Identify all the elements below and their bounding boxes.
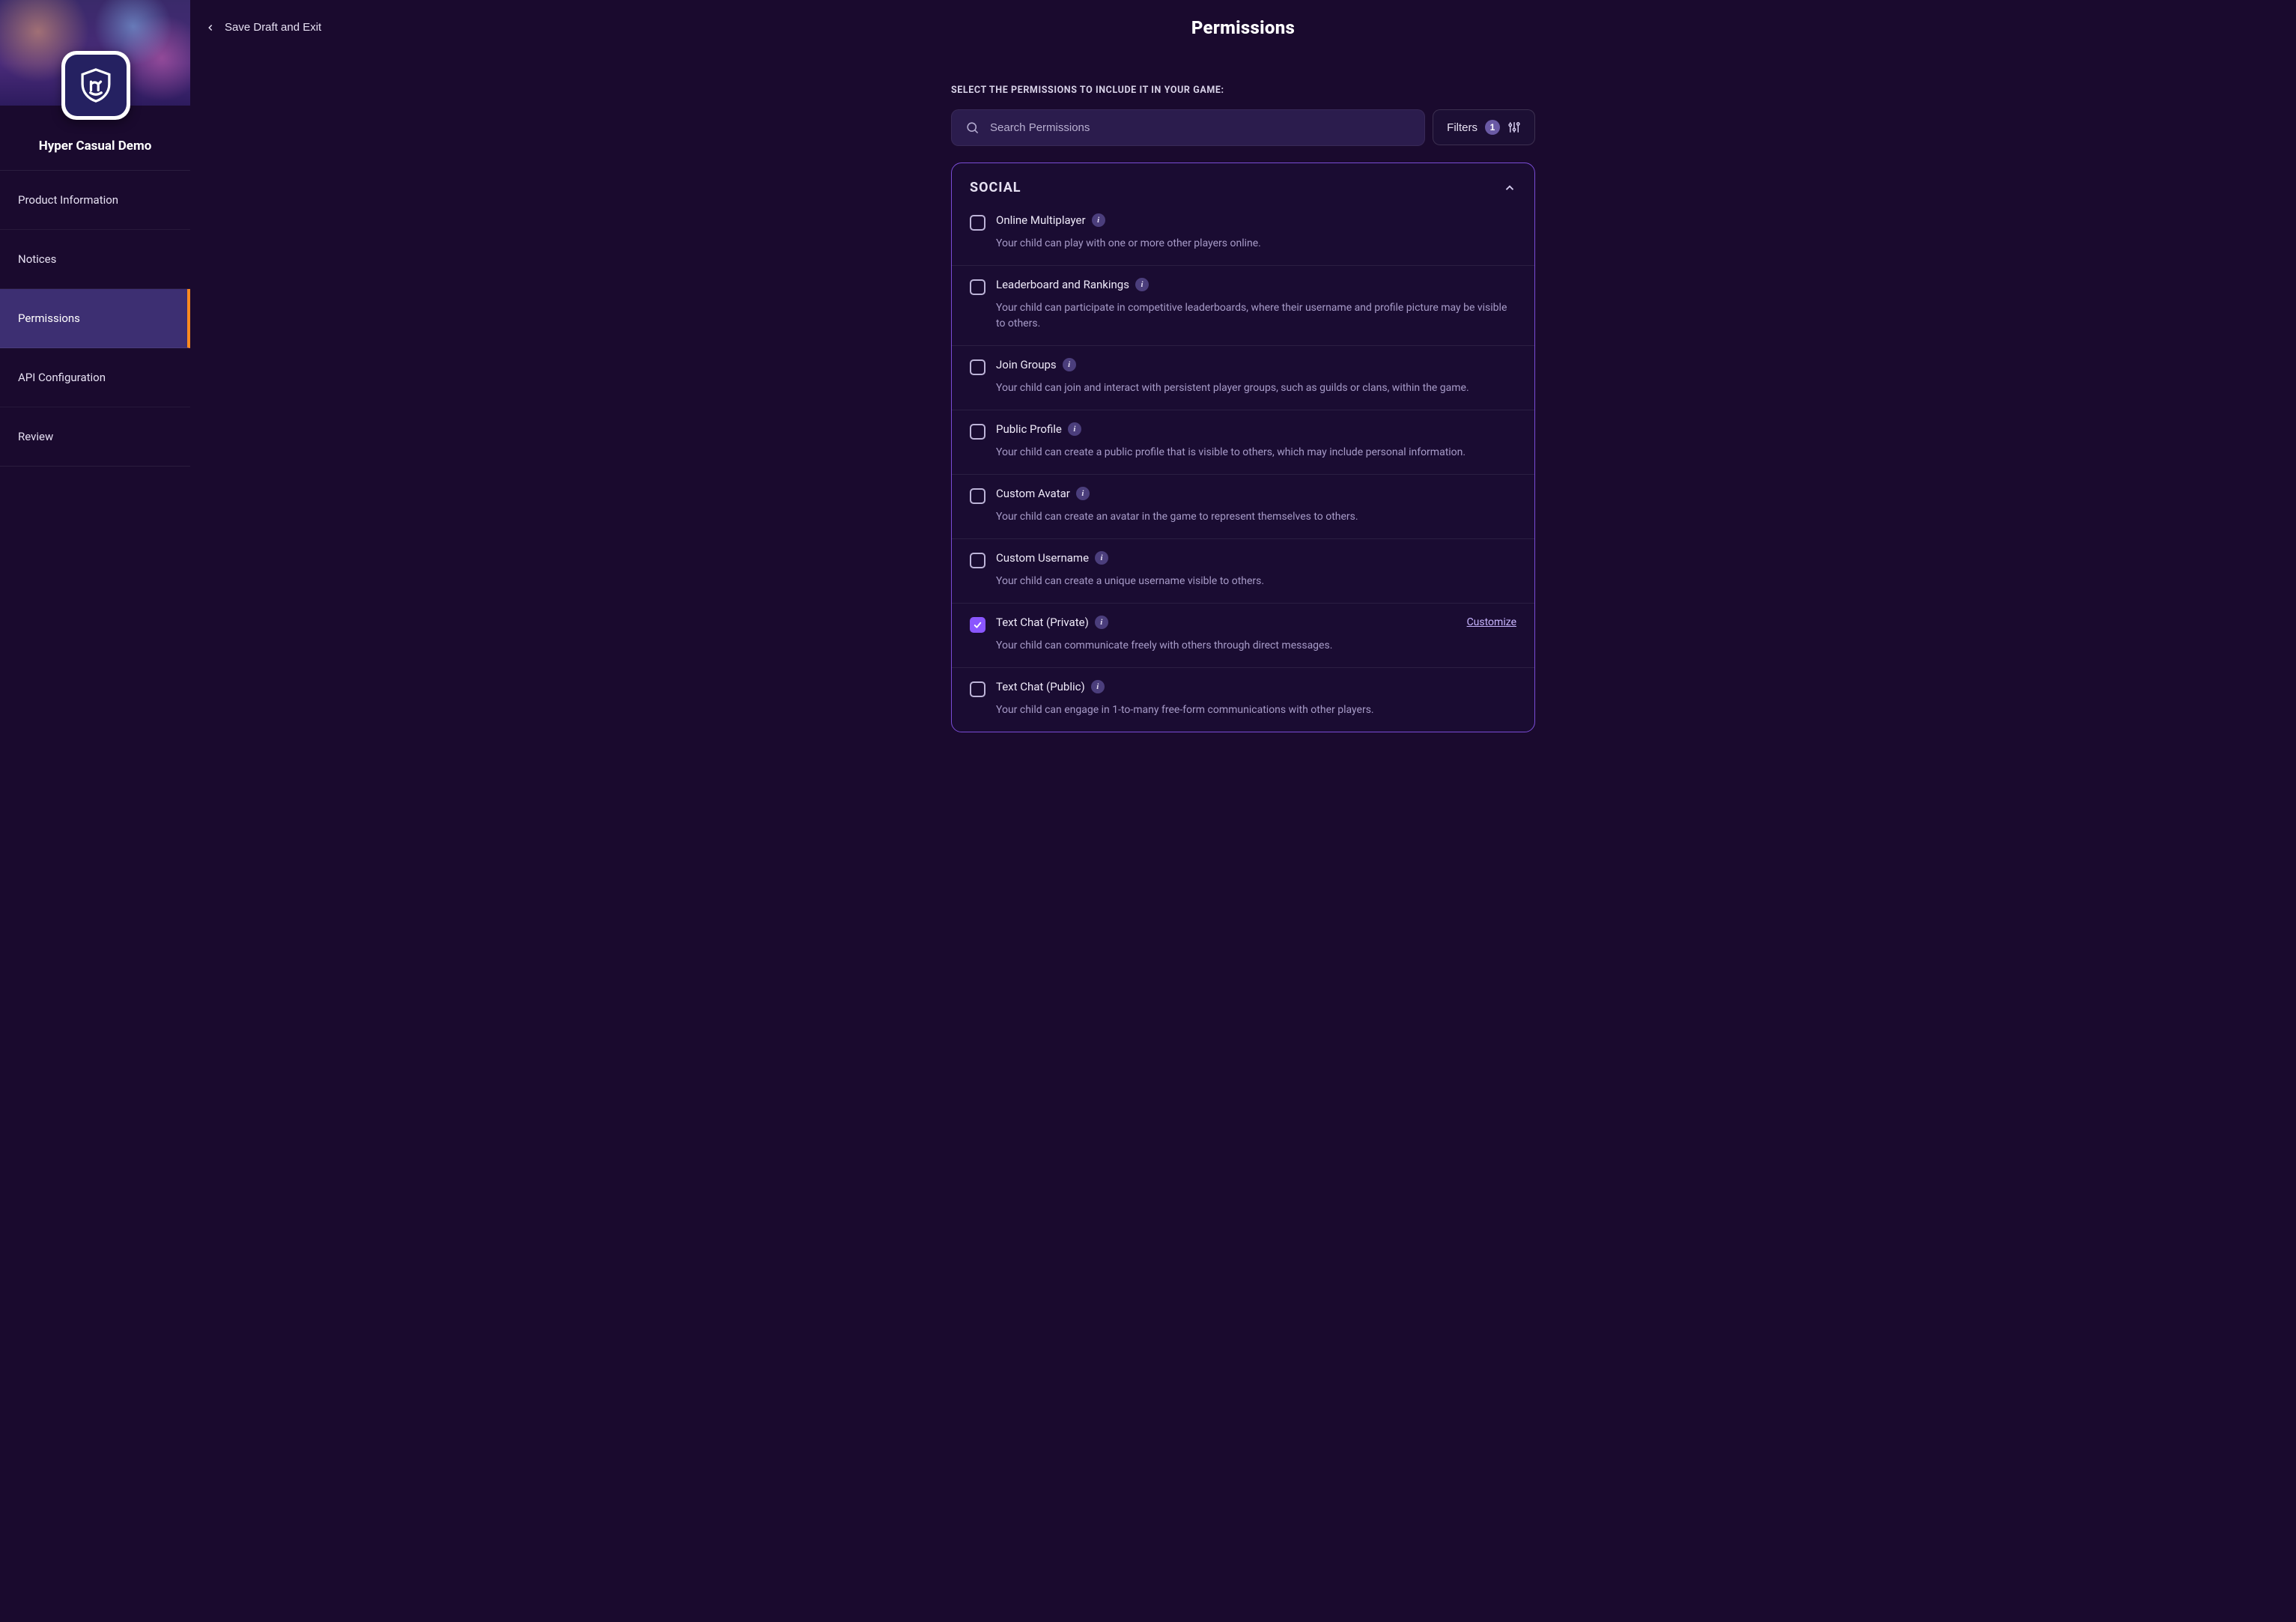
info-icon[interactable]: i — [1095, 551, 1108, 565]
permission-description: Your child can participate in competitiv… — [996, 300, 1516, 332]
permission-row: Public Profile i Your child can create a p… — [952, 410, 1534, 474]
permission-checkbox[interactable] — [970, 424, 985, 440]
chevron-up-icon — [1503, 181, 1516, 195]
permission-label: Custom Username — [996, 551, 1089, 565]
permission-label: Public Profile — [996, 422, 1062, 436]
permission-row: Online Multiplayer i Your child can play w… — [952, 209, 1534, 265]
info-icon[interactable]: i — [1091, 680, 1105, 693]
info-icon[interactable]: i — [1076, 487, 1090, 500]
info-icon[interactable]: i — [1092, 213, 1105, 227]
group-title: SOCIAL — [970, 180, 1021, 195]
permission-description: Your child can create a unique username … — [996, 574, 1516, 589]
permission-description: Your child can create an avatar in the g… — [996, 509, 1516, 525]
page-title: Permissions — [1191, 17, 1295, 38]
search-icon — [965, 121, 980, 135]
permission-checkbox[interactable] — [970, 488, 985, 504]
permission-checkbox[interactable] — [970, 553, 985, 568]
sidebar-item-product-information[interactable]: Product Information — [0, 171, 190, 230]
permission-label: Text Chat (Public) — [996, 680, 1085, 693]
filters-label: Filters — [1447, 121, 1477, 134]
save-draft-exit-button[interactable]: Save Draft and Exit — [205, 21, 321, 34]
sidebar-item-permissions[interactable]: Permissions — [0, 289, 190, 348]
sidebar-nav: Product InformationNoticesPermissionsAPI… — [0, 170, 190, 467]
sidebar-item-api-configuration[interactable]: API Configuration — [0, 348, 190, 407]
permission-row: Custom Username i Your child can create a … — [952, 538, 1534, 603]
sidebar-item-notices[interactable]: Notices — [0, 230, 190, 289]
permission-checkbox[interactable] — [970, 681, 985, 697]
permission-label: Leaderboard and Rankings — [996, 278, 1129, 291]
permission-checkbox[interactable] — [970, 617, 985, 633]
check-icon — [973, 620, 983, 630]
topbar: Save Draft and Exit Permissions — [190, 0, 2296, 55]
permission-checkbox[interactable] — [970, 359, 985, 375]
info-icon[interactable]: i — [1063, 358, 1076, 371]
permission-row: Join Groups i Your child can join and inte… — [952, 345, 1534, 410]
permission-checkbox[interactable] — [970, 215, 985, 231]
permission-description: Your child can create a public profile t… — [996, 445, 1516, 461]
app-icon — [61, 51, 130, 120]
permission-row: Custom Avatar i Your child can create an a… — [952, 474, 1534, 538]
permission-description: Your child can join and interact with pe… — [996, 380, 1516, 396]
shield-kid-icon — [76, 66, 115, 105]
permission-row: Text Chat (Public) i Your child can engage… — [952, 667, 1534, 732]
info-icon[interactable]: i — [1068, 422, 1081, 436]
permission-label: Text Chat (Private) — [996, 616, 1089, 629]
permission-checkbox[interactable] — [970, 279, 985, 295]
filters-button[interactable]: Filters 1 — [1433, 109, 1535, 145]
main-content: Save Draft and Exit Permissions SELECT T… — [190, 0, 2296, 1622]
customize-link[interactable]: Customize — [1467, 616, 1516, 628]
filters-count-badge: 1 — [1485, 120, 1500, 135]
permission-row: Leaderboard and Rankings i Your child can … — [952, 265, 1534, 345]
permission-row: Text Chat (Private) i Customize Your child … — [952, 603, 1534, 667]
search-box[interactable] — [951, 109, 1425, 146]
permission-description: Your child can play with one or more oth… — [996, 236, 1516, 252]
permission-description: Your child can communicate freely with o… — [996, 638, 1516, 654]
sliders-icon — [1507, 121, 1521, 134]
info-icon[interactable]: i — [1135, 278, 1149, 291]
back-button-label: Save Draft and Exit — [225, 21, 321, 34]
app-banner — [0, 0, 190, 106]
permission-label: Custom Avatar — [996, 487, 1070, 500]
permission-label: Online Multiplayer — [996, 213, 1086, 227]
sidebar: Hyper Casual Demo Product InformationNot… — [0, 0, 190, 1622]
permission-label: Join Groups — [996, 358, 1057, 371]
group-header[interactable]: SOCIAL — [952, 163, 1534, 209]
section-intro-text: SELECT THE PERMISSIONS TO INCLUDE IT IN … — [951, 85, 1535, 96]
chevron-left-icon — [205, 22, 216, 33]
search-input[interactable] — [990, 121, 1411, 134]
permissions-group-social: SOCIAL Online Multiplayer i Your child can… — [951, 162, 1535, 732]
info-icon[interactable]: i — [1095, 616, 1108, 629]
permission-description: Your child can engage in 1-to-many free-… — [996, 702, 1516, 718]
sidebar-item-review[interactable]: Review — [0, 407, 190, 466]
permission-list: Online Multiplayer i Your child can play w… — [952, 209, 1534, 732]
